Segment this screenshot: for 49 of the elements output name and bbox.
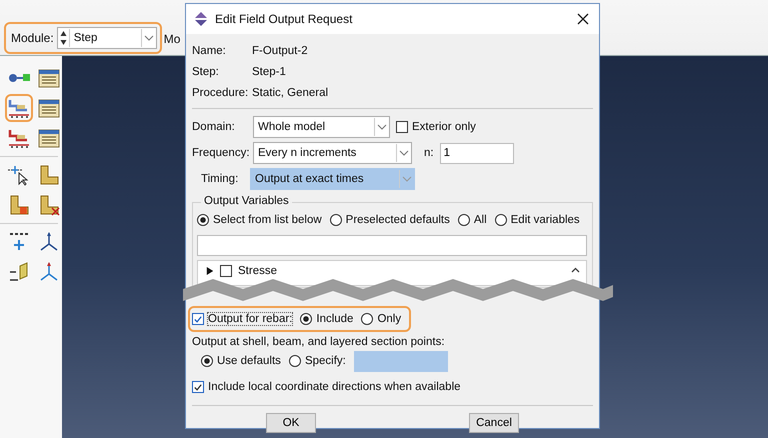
caret-icon: [396, 144, 411, 162]
radio-option[interactable]: Preselected defaults: [330, 214, 450, 226]
spinner-icon: [60, 29, 70, 47]
n-label: n:: [424, 147, 434, 159]
field-label: Step:: [192, 66, 220, 78]
group-title: Output Variables: [201, 195, 292, 207]
radio-option[interactable]: Only: [361, 313, 402, 325]
timing-combo[interactable]: Output at exact times: [250, 168, 415, 190]
dialog-button[interactable]: Cancel: [469, 413, 519, 433]
specify-field[interactable]: [354, 350, 448, 372]
local-coordinates-checkbox[interactable]: Include local coordinate directions when available: [192, 381, 461, 393]
field-label: Procedure:: [192, 86, 250, 98]
radio-option[interactable]: Specify:: [288, 355, 346, 367]
field-label: Name:: [192, 44, 227, 56]
app-icon: [194, 12, 208, 26]
timing-label: Timing:: [201, 173, 240, 185]
field-value: Step-1: [252, 66, 286, 78]
scroll-up-icon[interactable]: [571, 267, 580, 273]
filter-field[interactable]: [197, 235, 587, 256]
dialog-title: Edit Field Output Request: [215, 12, 354, 26]
tree-item[interactable]: Stresse: [238, 265, 277, 277]
caret-icon: [140, 29, 156, 47]
checkmark-icon: [193, 314, 203, 324]
exterior-only-checkbox[interactable]: Exterior only: [396, 121, 476, 133]
radio-option[interactable]: All: [458, 214, 487, 226]
radio-option[interactable]: Select from list below: [197, 214, 322, 226]
frequency-combo[interactable]: Every n increments: [253, 142, 412, 164]
frequency-label: Frequency:: [192, 147, 247, 159]
domain-label: Domain:: [192, 121, 236, 133]
pick-icon[interactable]: [7, 163, 31, 187]
field-value: Static, General: [252, 86, 328, 98]
rebar-checkbox[interactable]: Output for rebar:: [192, 313, 292, 325]
module-combo[interactable]: Step: [56, 27, 157, 49]
radio-option[interactable]: Include: [300, 313, 354, 325]
radio-option[interactable]: Edit variables: [494, 214, 580, 226]
field-value: F-Output-2: [252, 44, 308, 56]
domain-combo[interactable]: Whole model: [253, 116, 390, 138]
section-points-label: Output at shell, beam, and layered section points:: [192, 336, 446, 348]
n-field[interactable]: 1: [440, 142, 514, 164]
close-icon[interactable]: [577, 13, 589, 25]
dialog-button[interactable]: OK: [266, 413, 316, 433]
caret-icon: [374, 118, 389, 136]
module-label: Module:: [11, 31, 54, 45]
caret-icon: [399, 170, 414, 188]
expand-icon[interactable]: [206, 266, 214, 276]
checkbox[interactable]: [220, 265, 232, 277]
checkmark-icon: [193, 382, 203, 392]
radio-option[interactable]: Use defaults: [201, 355, 281, 367]
toolbar-label: Mo: [164, 32, 180, 46]
